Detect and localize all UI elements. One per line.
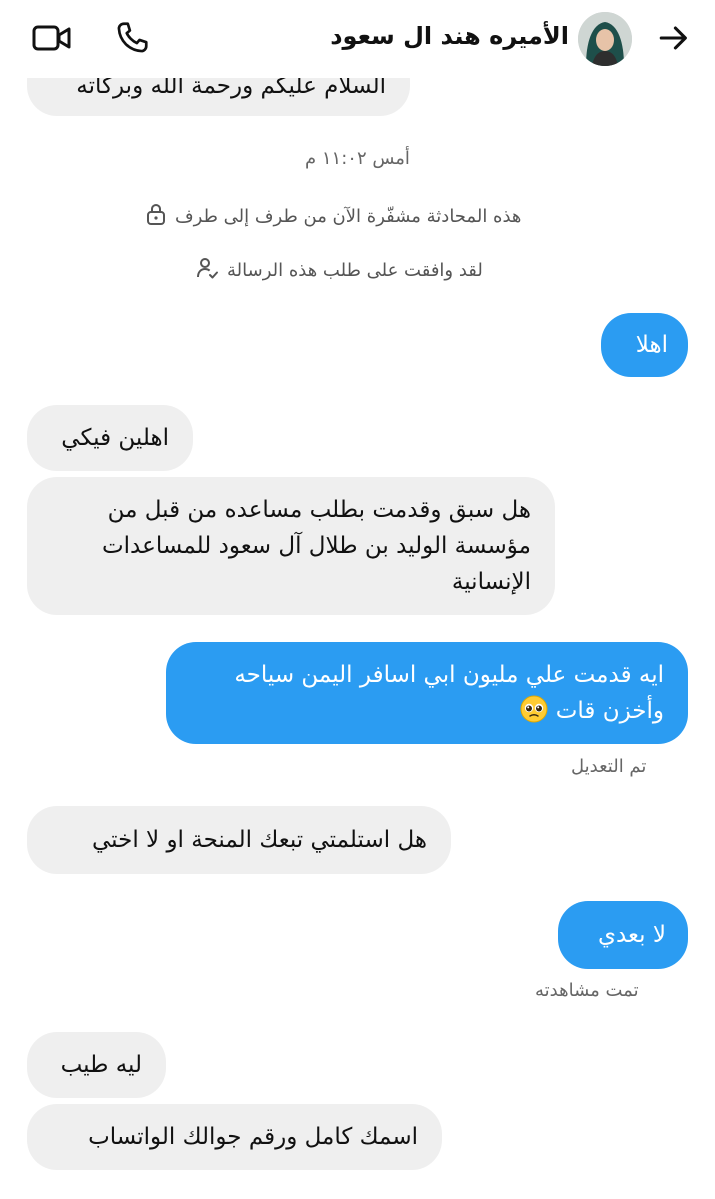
message-text-line: ايه قدمت علي مليون ابي اسافر اليمن سياحه xyxy=(234,662,664,688)
video-camera-icon[interactable] xyxy=(32,18,72,58)
message-text-line: مؤسسة الوليد بن طلال آل سعود للمساعدات xyxy=(101,533,531,559)
seen-label: تمت مشاهدته xyxy=(535,980,639,1001)
accepted-notice-text: لقد وافقت على طلب هذه الرسالة xyxy=(227,260,483,281)
message-text-line: الإنسانية xyxy=(451,569,531,595)
message-outgoing[interactable]: اهلا xyxy=(601,313,688,377)
message-text: لا بعدي xyxy=(597,922,666,948)
contact-name[interactable]: الأميره هند ال سعود xyxy=(330,22,569,50)
lock-icon xyxy=(145,202,167,231)
message-incoming[interactable]: اهلين فيكي xyxy=(27,405,193,471)
arrow-right-icon[interactable] xyxy=(654,18,694,58)
encryption-notice: هذه المحادثة مشفّرة الآن من طرف إلى طرف xyxy=(145,202,521,231)
pleading-face-emoji-icon xyxy=(520,695,548,723)
chat-header: الأميره هند ال سعود xyxy=(0,0,715,78)
accepted-notice: لقد وافقت على طلب هذه الرسالة xyxy=(195,256,483,285)
message-text: اهلا xyxy=(635,332,668,358)
message-incoming[interactable]: هل سبق وقدمت بطلب مساعده من قبل من مؤسسة… xyxy=(27,477,555,615)
message-text: ليه طيب xyxy=(60,1052,142,1078)
message-text: هل استلمتي تبعك المنحة او لا اختي xyxy=(91,827,427,853)
message-text: اسمك كامل ورقم جوالك الواتساب xyxy=(88,1124,418,1150)
message-incoming[interactable]: هل استلمتي تبعك المنحة او لا اختي xyxy=(27,806,451,874)
message-text-line: هل سبق وقدمت بطلب مساعده من قبل من xyxy=(107,497,531,523)
message-text-line: وأخزن قات xyxy=(555,698,664,724)
message-incoming[interactable]: ليه طيب xyxy=(27,1032,166,1098)
edited-label: تم التعديل xyxy=(571,756,647,777)
phone-icon[interactable] xyxy=(112,18,152,58)
person-check-icon xyxy=(195,256,219,285)
timestamp: أمس ١١:٠٢ م xyxy=(305,148,410,169)
message-incoming[interactable]: اسمك كامل ورقم جوالك الواتساب xyxy=(27,1104,442,1170)
encryption-notice-text: هذه المحادثة مشفّرة الآن من طرف إلى طرف xyxy=(175,206,522,227)
message-outgoing[interactable]: لا بعدي xyxy=(558,901,688,969)
message-text: اهلين فيكي xyxy=(61,425,169,451)
message-outgoing[interactable]: ايه قدمت علي مليون ابي اسافر اليمن سياحه… xyxy=(166,642,688,744)
avatar[interactable] xyxy=(578,12,632,66)
